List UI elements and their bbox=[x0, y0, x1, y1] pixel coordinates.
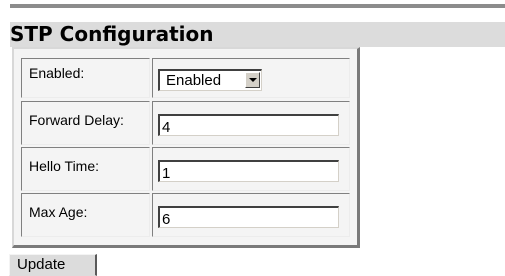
hello-time-label-cell: Hello Time: bbox=[21, 147, 150, 191]
select-dropdown-button[interactable] bbox=[245, 72, 260, 88]
page-title: STP Configuration bbox=[10, 22, 214, 46]
enabled-label-cell: Enabled: bbox=[21, 58, 150, 98]
forward-delay-value-cell bbox=[152, 101, 350, 145]
max-age-label: Max Age: bbox=[29, 204, 88, 220]
enabled-value-cell: Enabled bbox=[152, 58, 350, 98]
max-age-value-cell bbox=[152, 193, 350, 237]
top-divider bbox=[10, 4, 505, 8]
max-age-input[interactable] bbox=[158, 206, 339, 228]
hello-time-input[interactable] bbox=[158, 160, 339, 182]
forward-delay-label: Forward Delay: bbox=[29, 112, 124, 128]
update-button[interactable]: Update bbox=[9, 254, 97, 276]
enabled-select[interactable]: Enabled bbox=[158, 69, 262, 91]
hello-time-value-cell bbox=[152, 147, 350, 191]
chevron-down-icon bbox=[249, 78, 257, 82]
hello-time-label: Hello Time: bbox=[29, 158, 100, 174]
enabled-select-value: Enabled bbox=[166, 72, 222, 89]
title-bar: STP Configuration bbox=[10, 22, 505, 47]
forward-delay-input[interactable] bbox=[158, 114, 339, 136]
stp-config-table: Enabled: Enabled Forward Delay: Hello Ti… bbox=[12, 47, 360, 248]
enabled-label: Enabled: bbox=[29, 65, 85, 81]
forward-delay-label-cell: Forward Delay: bbox=[21, 101, 150, 145]
max-age-label-cell: Max Age: bbox=[21, 193, 150, 237]
